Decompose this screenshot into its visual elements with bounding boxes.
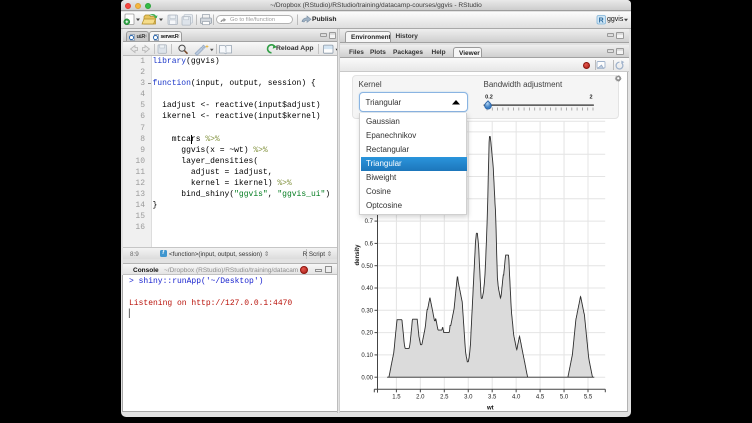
svg-text:0.6: 0.6: [365, 242, 374, 248]
svg-text:density: density: [355, 244, 361, 266]
svg-text:wt: wt: [486, 406, 494, 412]
svg-text:0.30: 0.30: [361, 308, 373, 314]
svg-text:3.0: 3.0: [464, 395, 473, 401]
svg-text:4.0: 4.0: [512, 395, 521, 401]
svg-text:3.5: 3.5: [488, 395, 497, 401]
svg-text:R: R: [599, 18, 604, 25]
svg-text:0.40: 0.40: [361, 286, 373, 292]
svg-text:5.0: 5.0: [560, 395, 569, 401]
svg-text:2.5: 2.5: [440, 395, 449, 401]
svg-text:2.0: 2.0: [416, 395, 425, 401]
svg-text:0.50: 0.50: [361, 264, 373, 270]
svg-text:5.5: 5.5: [584, 395, 593, 401]
svg-text:2: 2: [589, 95, 592, 101]
svg-text:0.7: 0.7: [365, 219, 374, 225]
svg-text:1.5: 1.5: [392, 395, 401, 401]
svg-text:4.5: 4.5: [536, 395, 545, 401]
svg-text:0.2: 0.2: [485, 95, 493, 101]
svg-text:0.00: 0.00: [361, 375, 373, 381]
svg-text:0.10: 0.10: [361, 353, 373, 359]
svg-text:0.20: 0.20: [361, 331, 373, 337]
